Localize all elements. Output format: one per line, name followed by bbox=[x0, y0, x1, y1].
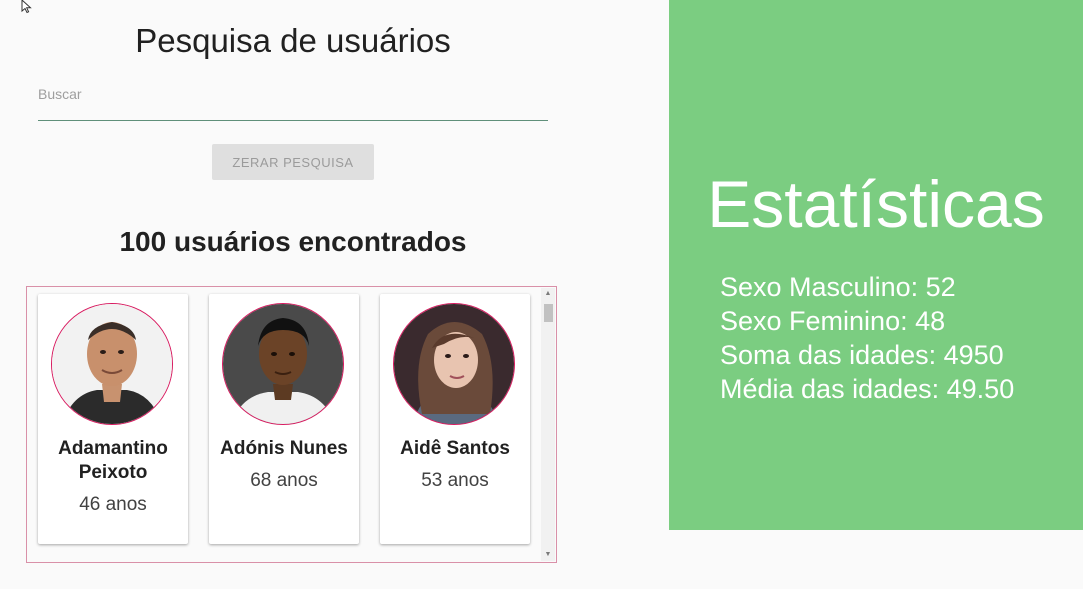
avatar bbox=[222, 303, 344, 425]
user-name: Aidê Santos bbox=[380, 437, 530, 461]
statistics-panel: Estatísticas Sexo Masculino: 52 Sexo Fem… bbox=[669, 0, 1083, 530]
scroll-thumb[interactable] bbox=[544, 304, 553, 322]
stat-female: Sexo Feminino: 48 bbox=[720, 306, 946, 336]
triangle-down-icon[interactable]: ▼ bbox=[541, 549, 555, 561]
user-card[interactable]: Adamantino Peixoto 46 anos bbox=[38, 294, 188, 544]
triangle-up-icon[interactable]: ▲ bbox=[541, 288, 555, 300]
user-card[interactable]: Aidê Santos 53 anos bbox=[380, 294, 530, 544]
user-name-line1: Adamantino bbox=[58, 438, 168, 459]
page-title: Pesquisa de usuários bbox=[135, 22, 451, 59]
results-count: 100 usuários encontrados bbox=[119, 226, 467, 257]
user-card[interactable]: Adónis Nunes 68 anos bbox=[209, 294, 359, 544]
reset-search-button[interactable]: ZERAR PESQUISA bbox=[212, 144, 374, 180]
search-input[interactable] bbox=[38, 100, 548, 121]
user-age: 68 anos bbox=[250, 470, 318, 491]
user-name-line1: Adónis Nunes bbox=[220, 438, 348, 459]
page: Pesquisa de usuários Buscar ZERAR PESQUI… bbox=[0, 0, 1083, 589]
avatar bbox=[393, 303, 515, 425]
user-age: 53 anos bbox=[421, 470, 489, 491]
search-panel: Pesquisa de usuários Buscar ZERAR PESQUI… bbox=[0, 0, 590, 589]
statistics-title: Estatísticas bbox=[707, 167, 1045, 241]
avatar bbox=[51, 303, 173, 425]
user-age: 46 anos bbox=[79, 494, 147, 515]
user-list[interactable]: Adamantino Peixoto 46 anos Adónis Nunes … bbox=[26, 286, 557, 563]
stat-age-sum: Soma das idades: 4950 bbox=[720, 340, 1004, 370]
user-name: Adónis Nunes bbox=[209, 437, 359, 461]
user-name-line1: Aidê Santos bbox=[400, 438, 510, 459]
stat-male: Sexo Masculino: 52 bbox=[720, 272, 956, 302]
user-name-line2: Peixoto bbox=[78, 462, 148, 483]
user-name: Adamantino Peixoto bbox=[38, 437, 188, 485]
scrollbar[interactable]: ▲ ▼ bbox=[541, 288, 555, 561]
stat-age-average: Média das idades: 49.50 bbox=[720, 374, 1015, 404]
